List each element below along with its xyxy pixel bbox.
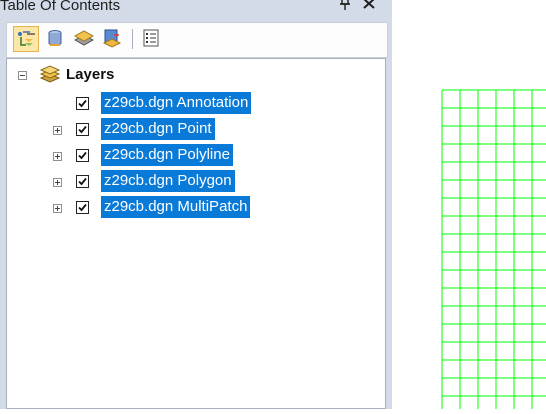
close-icon — [363, 0, 375, 9]
layer-tree: Layers z29cb.dgn Annotation z29cb.dgn Po… — [6, 58, 386, 409]
pin-icon-glyph — [340, 0, 350, 10]
expand-multipatch-toggle[interactable] — [53, 204, 62, 213]
layer-label-point[interactable]: z29cb.dgn Point — [101, 118, 215, 140]
toc-title-bar[interactable]: Table Of Contents — [0, 0, 392, 20]
expand-polyline-toggle[interactable] — [53, 152, 62, 161]
checkmark-icon — [78, 203, 87, 212]
layer-visibility-checkbox-multipatch[interactable] — [76, 201, 89, 214]
list-by-source-button[interactable] — [44, 26, 70, 52]
map-view[interactable] — [392, 0, 546, 409]
list-by-selection-button[interactable] — [100, 26, 126, 52]
toc-toolbar — [6, 22, 388, 58]
close-button[interactable] — [362, 0, 376, 12]
selection-icon — [102, 29, 122, 48]
expand-point-toggle[interactable] — [53, 126, 62, 135]
options-list-icon — [143, 29, 159, 47]
collapse-layers-toggle[interactable] — [18, 71, 27, 80]
list-by-visibility-button[interactable] — [72, 26, 98, 52]
layer-label-polyline[interactable]: z29cb.dgn Polyline — [101, 144, 233, 166]
pin-icon[interactable] — [338, 0, 352, 12]
list-by-drawing-order-button[interactable] — [13, 26, 39, 52]
map-grid-drawing — [441, 89, 546, 409]
checkmark-icon — [78, 99, 87, 108]
database-icon — [48, 30, 62, 46]
layer-visibility-checkbox-point[interactable] — [76, 123, 89, 136]
layer-label-multipatch[interactable]: z29cb.dgn MultiPatch — [101, 196, 251, 218]
layers-group-label[interactable]: Layers — [66, 65, 114, 85]
checkmark-icon — [78, 177, 87, 186]
layer-visibility-checkbox-polygon[interactable] — [76, 175, 89, 188]
checkmark-icon — [78, 125, 87, 134]
layer-label-polygon[interactable]: z29cb.dgn Polygon — [101, 170, 235, 192]
layer-label-annotation[interactable]: z29cb.dgn Annotation — [101, 92, 252, 114]
table-of-contents-panel: Table Of Contents Layers z29cb.dgn Annot… — [0, 0, 392, 409]
layers-group-icon — [39, 65, 61, 83]
options-button[interactable] — [139, 26, 165, 52]
layers-list-icon — [18, 31, 35, 46]
toolbar-separator — [132, 29, 133, 49]
expand-polygon-toggle[interactable] — [53, 178, 62, 187]
visibility-layers-icon — [73, 30, 95, 46]
layer-visibility-checkbox-polyline[interactable] — [76, 149, 89, 162]
checkmark-icon — [78, 151, 87, 160]
toc-title: Table Of Contents — [0, 0, 121, 14]
layer-visibility-checkbox-annotation[interactable] — [76, 97, 89, 110]
